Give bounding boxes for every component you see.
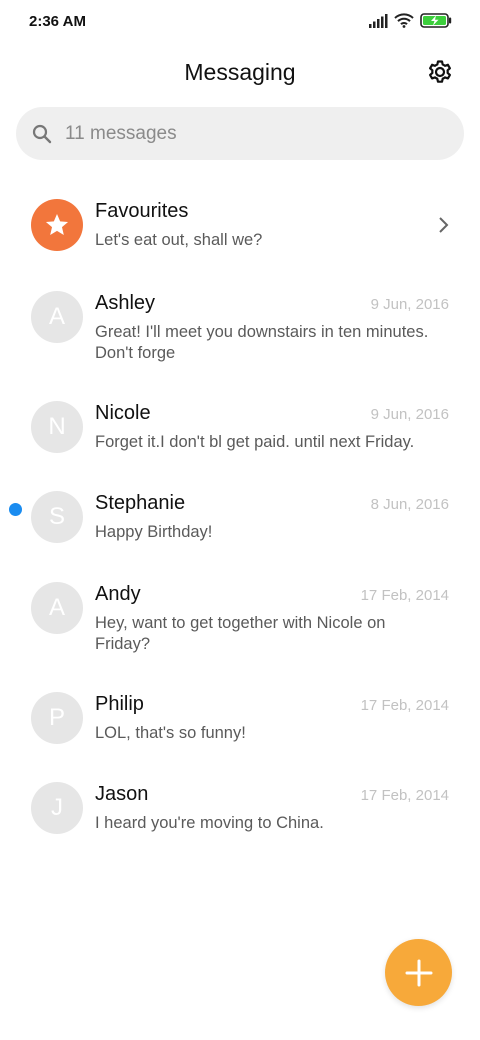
search-icon — [32, 124, 52, 143]
contact-name: Andy — [95, 583, 141, 605]
message-date: 17 Feb, 2014 — [360, 697, 449, 714]
contact-name: Nicole — [95, 402, 151, 424]
avatar: S — [31, 491, 83, 543]
conversation-item-jason[interactable]: J Jason 17 Feb, 2014 I heard you're movi… — [0, 761, 480, 853]
avatar: J — [31, 782, 83, 834]
battery-charging-icon — [420, 13, 452, 28]
page-title: Messaging — [184, 59, 296, 85]
message-snippet: Great! I'll meet you downstairs in ten m… — [95, 323, 429, 362]
status-icons — [368, 13, 452, 28]
conversation-item-ashley[interactable]: A Ashley 9 Jun, 2016 Great! I'll meet yo… — [0, 270, 480, 380]
message-snippet: Hey, want to get together with Nicole on… — [95, 614, 386, 653]
search-input[interactable] — [65, 122, 425, 145]
gear-icon — [429, 60, 451, 83]
signal-icon — [369, 13, 388, 28]
star-icon — [45, 213, 69, 235]
favourites-avatar — [31, 199, 83, 251]
conversation-item-stephanie[interactable]: S Stephanie 8 Jun, 2016 Happy Birthday! — [0, 470, 480, 561]
avatar: A — [31, 582, 83, 634]
new-message-button[interactable] — [385, 939, 452, 1006]
chevron-right-icon — [439, 217, 449, 233]
favourites-snippet: Let's eat out, shall we? — [95, 231, 263, 249]
avatar: A — [31, 291, 83, 343]
message-snippet: Happy Birthday! — [95, 523, 213, 541]
favourites-label: Favourites — [95, 200, 189, 222]
message-date: 8 Jun, 2016 — [370, 496, 449, 513]
plus-icon — [405, 959, 432, 986]
avatar: P — [31, 692, 83, 744]
conversation-item-andy[interactable]: A Andy 17 Feb, 2014 Hey, want to get tog… — [0, 561, 480, 671]
status-time: 2:36 AM — [29, 13, 86, 30]
favourites-item[interactable]: Favourites Let's eat out, shall we? — [0, 178, 480, 270]
contact-name: Philip — [95, 693, 144, 715]
conversation-item-philip[interactable]: P Philip 17 Feb, 2014 LOL, that's so fun… — [0, 671, 480, 761]
unread-indicator — [9, 503, 22, 516]
message-date: 17 Feb, 2014 — [360, 587, 449, 604]
status-bar: 2:36 AM — [0, 0, 480, 44]
conversation-item-nicole[interactable]: N Nicole 9 Jun, 2016 Forget it.I don't b… — [0, 380, 480, 470]
wifi-icon — [394, 13, 414, 28]
message-date: 9 Jun, 2016 — [370, 296, 449, 313]
message-date: 9 Jun, 2016 — [370, 406, 449, 423]
avatar: N — [31, 401, 83, 453]
contact-name: Ashley — [95, 292, 156, 314]
message-snippet: I heard you're moving to China. — [95, 814, 324, 832]
search-bar[interactable] — [16, 107, 464, 160]
contact-name: Stephanie — [95, 492, 186, 514]
contact-name: Jason — [95, 783, 149, 805]
header: Messaging — [0, 50, 480, 96]
message-snippet: LOL, that's so funny! — [95, 724, 246, 742]
thread-list: Favourites Let's eat out, shall we? A As… — [0, 178, 480, 853]
settings-button[interactable] — [426, 58, 454, 86]
message-date: 17 Feb, 2014 — [360, 787, 449, 804]
message-snippet: Forget it.I don't bl get paid. until nex… — [95, 433, 415, 451]
